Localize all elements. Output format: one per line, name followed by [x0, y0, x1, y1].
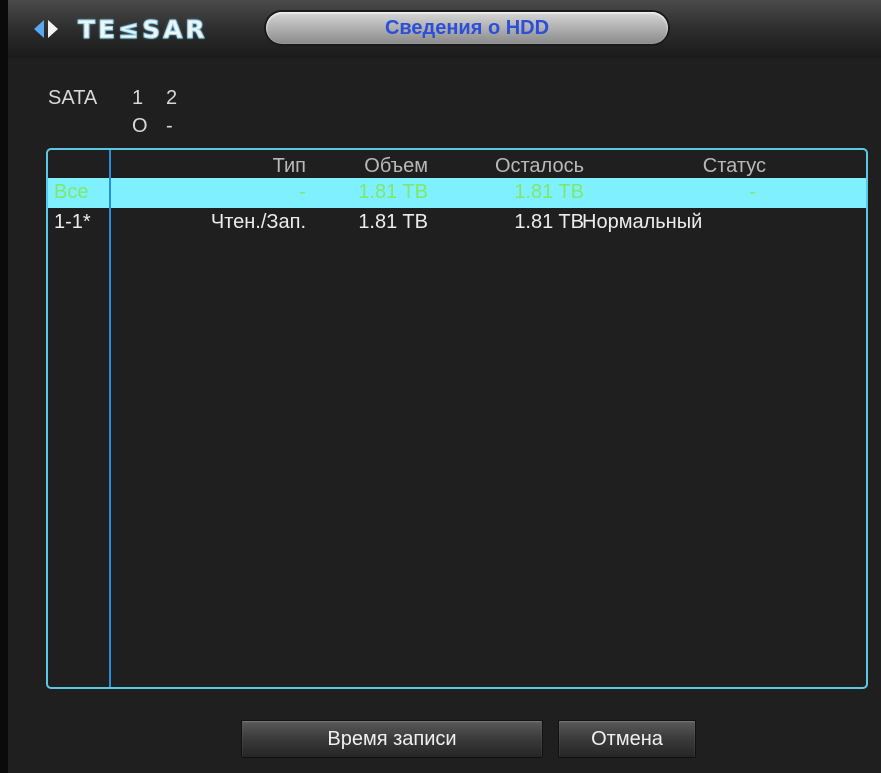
hdd-table: Тип Объем Осталось Статус Все - 1.81 TB …	[46, 148, 868, 689]
sata-port-2: 2	[166, 86, 178, 109]
table-header: Тип Объем Осталось Статус	[48, 152, 866, 178]
logo-text: TE≤SAR	[78, 14, 208, 44]
header-status: Статус	[702, 155, 766, 177]
row-id: 1-1*	[54, 211, 91, 233]
header-type: Тип	[272, 155, 306, 177]
diamond-arrows-icon	[34, 18, 68, 40]
row-volume: 1.81 TB	[358, 211, 428, 233]
title-bar: TE≤SAR Сведения о HDD	[8, 0, 881, 58]
header-volume: Объем	[364, 155, 428, 177]
sata-ports-row: SATA 1 2	[48, 84, 200, 112]
row-status: -	[749, 181, 756, 203]
sata-label: SATA	[48, 86, 98, 109]
hdd-info-window: TE≤SAR Сведения о HDD SATA 1 2 O - Тип О…	[0, 0, 881, 773]
header-remaining: Осталось	[494, 155, 584, 177]
sata-status: SATA 1 2 O -	[48, 84, 200, 140]
row-remaining: 1.81 TB	[514, 211, 584, 233]
row-remaining: 1.81 TB	[514, 181, 584, 203]
logo: TE≤SAR	[34, 14, 208, 44]
window-title: Сведения о HDD	[384, 16, 550, 39]
sata-port-1: 1	[132, 86, 144, 109]
cancel-button[interactable]: Отмена	[558, 720, 696, 758]
column-divider	[109, 150, 111, 687]
table-row-all[interactable]: Все - 1.81 TB 1.81 TB -	[48, 178, 866, 208]
row-type: Чтен./Зап.	[210, 211, 306, 233]
record-time-button[interactable]: Время записи	[241, 720, 543, 758]
row-volume: 1.81 TB	[358, 181, 428, 203]
row-id: Все	[54, 181, 89, 203]
row-type: -	[299, 181, 306, 203]
title-pill: Сведения о HDD	[266, 12, 668, 44]
sata-state-2: -	[166, 114, 173, 137]
row-status: Нормальный	[582, 211, 703, 233]
sata-states-row: O -	[48, 112, 200, 140]
sata-state-1: O	[132, 114, 148, 137]
table-row-disk[interactable]: 1-1* Чтен./Зап. 1.81 TB 1.81 TB Нормальн…	[48, 208, 866, 238]
